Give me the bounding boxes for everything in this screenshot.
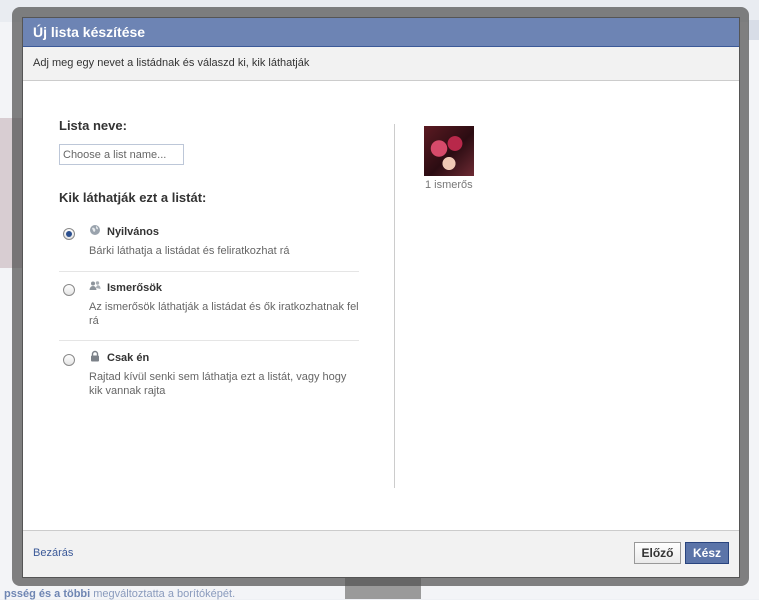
option-title-public: Nyilvános — [107, 226, 159, 238]
done-button[interactable]: Kész — [685, 542, 729, 564]
option-desc-friends: Az ismerősök láthatják a listádat és ők … — [89, 301, 359, 327]
friend-count: 1 ismerős — [425, 179, 473, 191]
background-activity-text: psség és a többi megváltoztatta a borító… — [4, 588, 236, 600]
create-list-dialog: Új lista készítése Adj meg egy nevet a l… — [22, 17, 740, 578]
radio-friends[interactable] — [63, 284, 75, 296]
dialog-footer: Bezárás Előző Kész — [23, 530, 739, 577]
visibility-label: Kik láthatják ezt a listát: — [59, 190, 207, 205]
globe-icon — [89, 224, 101, 236]
radio-public[interactable] — [63, 228, 75, 240]
visibility-option-public[interactable]: Nyilvános Bárki láthatja a listádat és f… — [59, 223, 359, 265]
lock-icon — [89, 350, 101, 362]
column-divider — [394, 124, 395, 488]
visibility-option-friends[interactable]: Ismerősök Az ismerősök láthatják a listá… — [59, 279, 359, 331]
list-name-label: Lista neve: — [59, 118, 127, 133]
radio-only-me[interactable] — [63, 354, 75, 366]
option-divider — [59, 340, 359, 341]
friend-profile-picture[interactable] — [424, 126, 474, 176]
friends-icon — [89, 280, 101, 292]
option-divider — [59, 271, 359, 272]
dialog-body: Lista neve: Kik láthatják ezt a listát: … — [23, 81, 739, 532]
dialog-title: Új lista készítése — [23, 18, 739, 47]
list-name-input[interactable] — [59, 144, 184, 165]
option-desc-public: Bárki láthatja a listádat és feliratkozh… — [89, 245, 290, 257]
background-side-tab — [748, 20, 759, 40]
dialog-subtitle: Adj meg egy nevet a listádnak és válaszd… — [23, 47, 739, 81]
visibility-option-only-me[interactable]: Csak én Rajtad kívül senki sem láthatja … — [59, 349, 359, 401]
option-desc-only-me: Rajtad kívül senki sem láthatja ezt a li… — [89, 371, 347, 397]
option-title-only-me: Csak én — [107, 352, 150, 364]
option-title-friends: Ismerősök — [107, 282, 163, 294]
previous-button[interactable]: Előző — [634, 542, 681, 564]
close-link[interactable]: Bezárás — [33, 547, 73, 559]
